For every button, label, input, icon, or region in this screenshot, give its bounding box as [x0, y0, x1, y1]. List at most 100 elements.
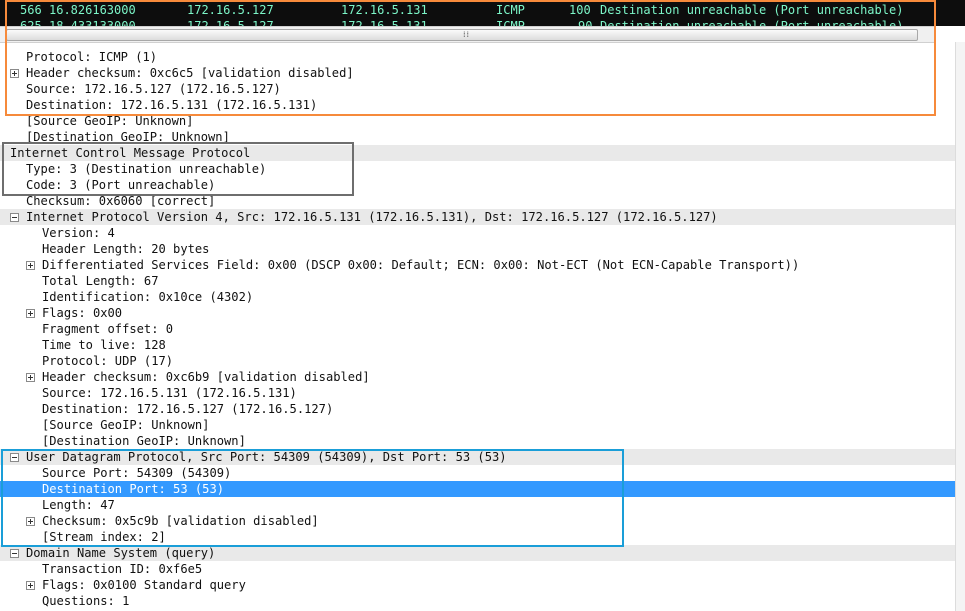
tree-row-text: Domain Name System (query) [26, 546, 216, 560]
packet-row[interactable]: 625 18.433133000 172.16.5.127 172.16.5.1… [0, 18, 965, 26]
horizontal-scrollbar[interactable]: ⁞⁞ [0, 26, 936, 43]
tree-row-text: Checksum: 0x5c9b [validation disabled] [42, 514, 319, 528]
packet-time: 18.433133000 [49, 19, 136, 26]
tree-row[interactable]: Header checksum: 0xc6b9 [validation disa… [0, 369, 955, 385]
tree-row-text: Transaction ID: 0xf6e5 [42, 562, 203, 576]
tree-row-text: Internet Protocol Version 4, Src: 172.16… [26, 210, 718, 224]
tree-row-text: Code: 3 (Port unreachable) [26, 178, 216, 192]
expand-icon[interactable] [10, 69, 19, 78]
tree-row[interactable]: Questions: 1 [0, 593, 955, 609]
tree-row[interactable]: Header Length: 20 bytes [0, 241, 955, 257]
tree-row[interactable]: Time to live: 128 [0, 337, 955, 353]
packet-destination: 172.16.5.131 [341, 3, 428, 17]
tree-row[interactable]: Source Port: 54309 (54309) [0, 465, 955, 481]
tree-row-text: Source: 172.16.5.127 (172.16.5.127) [26, 82, 281, 96]
tree-row[interactable]: Differentiated Services Field: 0x00 (DSC… [0, 257, 955, 273]
tree-row[interactable]: Source: 172.16.5.127 (172.16.5.127) [0, 81, 955, 97]
tree-row-text: [Destination GeoIP: Unknown] [26, 130, 230, 144]
packet-info: Destination unreachable (Port unreachabl… [600, 3, 904, 17]
tree-row-text: Destination: 172.16.5.127 (172.16.5.127) [42, 402, 334, 416]
packet-no: 566 [20, 3, 42, 17]
tree-row-text: Protocol: ICMP (1) [26, 50, 158, 64]
tree-row[interactable]: Checksum: 0x5c9b [validation disabled] [0, 513, 955, 529]
packet-no: 625 [20, 19, 42, 26]
tree-row[interactable]: Identification: 0x10ce (4302) [0, 289, 955, 305]
grip-icon: ⁞⁞ [463, 30, 471, 39]
collapse-icon[interactable] [10, 213, 19, 222]
packet-row[interactable]: 566 16.826163000 172.16.5.127 172.16.5.1… [0, 2, 965, 18]
tree-row-text: [Source GeoIP: Unknown] [42, 418, 210, 432]
tree-row[interactable]: Flags: 0x0100 Standard query [0, 577, 955, 593]
tree-row[interactable]: Fragment offset: 0 [0, 321, 955, 337]
expand-icon[interactable] [26, 261, 35, 270]
packet-protocol: ICMP [496, 19, 525, 26]
packet-length: 90 [578, 19, 593, 26]
tree-row-text: Header checksum: 0xc6b9 [validation disa… [42, 370, 370, 384]
tree-row-text: Flags: 0x0100 Standard query [42, 578, 246, 592]
packet-length: 100 [569, 3, 591, 17]
tree-row-text: Source Port: 54309 (54309) [42, 466, 232, 480]
tree-row-text: Type: 3 (Destination unreachable) [26, 162, 267, 176]
tree-row[interactable]: Checksum: 0x6060 [correct] [0, 193, 955, 209]
tree-row[interactable]: Flags: 0x00 [0, 305, 955, 321]
tree-row-text: Length: 47 [42, 498, 115, 512]
tree-row-text: Checksum: 0x6060 [correct] [26, 194, 216, 208]
tree-row-text: [Source GeoIP: Unknown] [26, 114, 194, 128]
tree-row-text: Version: 4 [42, 226, 115, 240]
tree-row-text: Questions: 1 [42, 594, 130, 608]
tree-row-text: [Stream index: 2] [42, 530, 166, 544]
tree-row[interactable]: Destination: 172.16.5.127 (172.16.5.127) [0, 401, 955, 417]
tree-row[interactable]: [Stream index: 2] [0, 529, 955, 545]
tree-row-text: Header checksum: 0xc6c5 [validation disa… [26, 66, 354, 80]
tree-row[interactable]: Source: 172.16.5.131 (172.16.5.131) [0, 385, 955, 401]
tree-section-header[interactable]: Internet Control Message Protocol [0, 145, 955, 161]
scrollbar-thumb[interactable]: ⁞⁞ [6, 29, 918, 41]
tree-row[interactable]: Protocol: UDP (17) [0, 353, 955, 369]
vertical-scrollbar[interactable] [955, 42, 965, 611]
tree-row-text: Internet Control Message Protocol [10, 146, 251, 160]
tree-row[interactable]: Destination: 172.16.5.131 (172.16.5.131) [0, 97, 955, 113]
tree-row[interactable]: [Destination GeoIP: Unknown] [0, 433, 955, 449]
tree-row[interactable]: Header checksum: 0xc6c5 [validation disa… [0, 65, 955, 81]
tree-row-text: Total Length: 67 [42, 274, 159, 288]
tree-row-selected[interactable]: Destination Port: 53 (53) [0, 481, 955, 497]
packet-protocol: ICMP [496, 3, 525, 17]
tree-section-header[interactable]: User Datagram Protocol, Src Port: 54309 … [0, 449, 955, 465]
tree-row[interactable]: [Source GeoIP: Unknown] [0, 417, 955, 433]
tree-section-header[interactable]: Internet Protocol Version 4, Src: 172.16… [0, 209, 955, 225]
collapse-icon[interactable] [10, 453, 19, 462]
tree-row-text: Flags: 0x00 [42, 306, 123, 320]
tree-row[interactable]: Length: 47 [0, 497, 955, 513]
packet-destination: 172.16.5.131 [341, 19, 428, 26]
expand-icon[interactable] [26, 517, 35, 526]
packet-source: 172.16.5.127 [187, 19, 274, 26]
tree-row-text: Destination Port: 53 (53) [42, 482, 225, 496]
packet-time: 16.826163000 [49, 3, 136, 17]
tree-row[interactable]: Type: 3 (Destination unreachable) [0, 161, 955, 177]
tree-row-text: Differentiated Services Field: 0x00 (DSC… [42, 258, 800, 272]
tree-row-text: Protocol: UDP (17) [42, 354, 174, 368]
tree-row[interactable]: Total Length: 67 [0, 273, 955, 289]
tree-row-text: User Datagram Protocol, Src Port: 54309 … [26, 450, 507, 464]
tree-row-text: Identification: 0x10ce (4302) [42, 290, 254, 304]
tree-row-text: Time to live: 128 [42, 338, 166, 352]
tree-row-text: [Destination GeoIP: Unknown] [42, 434, 246, 448]
tree-row-text: Header Length: 20 bytes [42, 242, 210, 256]
expand-icon[interactable] [26, 309, 35, 318]
packet-list[interactable]: 566 16.826163000 172.16.5.127 172.16.5.1… [0, 0, 965, 26]
packet-source: 172.16.5.127 [187, 3, 274, 17]
collapse-icon[interactable] [10, 549, 19, 558]
packet-info: Destination unreachable (Port unreachabl… [600, 19, 904, 26]
tree-row-text: Fragment offset: 0 [42, 322, 174, 336]
tree-row[interactable]: Code: 3 (Port unreachable) [0, 177, 955, 193]
tree-row[interactable]: [Source GeoIP: Unknown] [0, 113, 955, 129]
tree-row-text: Destination: 172.16.5.131 (172.16.5.131) [26, 98, 318, 112]
packet-details-tree: Protocol: ICMP (1) Header checksum: 0xc6c… [0, 49, 955, 609]
expand-icon[interactable] [26, 373, 35, 382]
tree-row[interactable]: [Destination GeoIP: Unknown] [0, 129, 955, 145]
tree-row[interactable]: Transaction ID: 0xf6e5 [0, 561, 955, 577]
expand-icon[interactable] [26, 581, 35, 590]
tree-row[interactable]: Version: 4 [0, 225, 955, 241]
tree-row[interactable]: Protocol: ICMP (1) [0, 49, 955, 65]
tree-section-header[interactable]: Domain Name System (query) [0, 545, 955, 561]
